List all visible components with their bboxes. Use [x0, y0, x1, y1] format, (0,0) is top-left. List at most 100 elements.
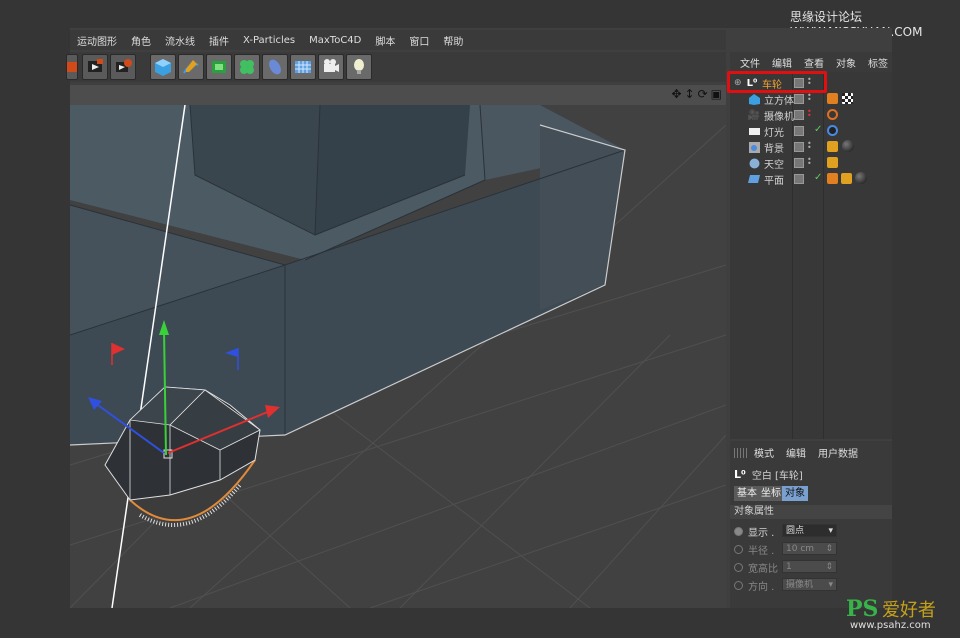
- array-icon[interactable]: [234, 54, 260, 80]
- material-sphere-icon[interactable]: [855, 172, 867, 184]
- visibility-toggle[interactable]: [794, 174, 804, 184]
- keyframe-radio[interactable]: [734, 526, 743, 536]
- am-menu-edit[interactable]: 编辑: [780, 445, 812, 460]
- cube-icon[interactable]: [150, 54, 176, 80]
- menu-character[interactable]: 角色: [124, 33, 158, 48]
- keyframe-radio[interactable]: [734, 544, 743, 554]
- keyframe-radio[interactable]: [734, 562, 743, 572]
- enabled-check-icon[interactable]: ✓: [814, 124, 822, 135]
- radius-label: 半径 .: [748, 545, 775, 557]
- aspect-row: 宽高比 1 ⇕: [734, 559, 890, 575]
- om-menu-tags[interactable]: 标签: [862, 55, 894, 70]
- aspect-label: 宽高比: [748, 563, 778, 575]
- render-dots[interactable]: • •: [807, 156, 812, 168]
- object-row-background[interactable]: 背景 • •: [730, 139, 892, 155]
- chevron-down-icon: ▾: [828, 526, 833, 536]
- object-row-camera[interactable]: 🎥 摄像机 • •: [730, 107, 892, 123]
- target-tag-icon[interactable]: [827, 109, 838, 120]
- camera-icon: 🎥: [747, 109, 761, 121]
- menu-bar: 运动图形 角色 流水线 插件 X-Particles MaxToC4D 脚本 窗…: [70, 30, 726, 50]
- stepper-icon: ⇕: [825, 562, 833, 572]
- menu-help[interactable]: 帮助: [436, 33, 470, 48]
- display-label: 显示 .: [748, 527, 775, 539]
- enabled-check-icon[interactable]: ✓: [814, 172, 822, 183]
- tab-object[interactable]: 对象: [782, 486, 808, 501]
- om-menu-objects[interactable]: 对象: [830, 55, 862, 70]
- material-sphere-icon[interactable]: [842, 140, 854, 152]
- menu-mograph[interactable]: 运动图形: [70, 33, 124, 48]
- background-icon: [748, 141, 760, 153]
- menu-xparticles[interactable]: X-Particles: [236, 35, 302, 46]
- render-view-icon[interactable]: [82, 54, 108, 80]
- visibility-toggle[interactable]: [794, 158, 804, 168]
- checker-material-icon[interactable]: [842, 93, 853, 104]
- attribute-manager: 模式 编辑 用户数据 L⁰ 空白 [车轮] 基本 坐标 对象 对象属性 显示 .…: [730, 441, 892, 608]
- keyframe-radio[interactable]: [734, 580, 743, 590]
- subdivision-icon[interactable]: [206, 54, 232, 80]
- radius-field[interactable]: 10 cm ⇕: [782, 542, 837, 555]
- menu-window[interactable]: 窗口: [402, 33, 436, 48]
- render-settings-icon[interactable]: [110, 54, 136, 80]
- 3d-viewport[interactable]: [70, 105, 726, 608]
- move-view-icon[interactable]: ✥: [671, 87, 681, 101]
- tab-coord[interactable]: 坐标: [758, 486, 784, 501]
- orientation-row: 方向 . 摄像机 ▾: [734, 577, 890, 593]
- visibility-toggle[interactable]: [794, 126, 804, 136]
- menu-maxtoc4d[interactable]: MaxToC4D: [302, 35, 368, 46]
- attribute-title: L⁰ 空白 [车轮]: [734, 467, 803, 482]
- display-select[interactable]: 圆点 ▾: [782, 524, 837, 537]
- render-dots[interactable]: • •: [807, 92, 812, 104]
- 3d-scene: [70, 105, 726, 608]
- menu-script[interactable]: 脚本: [368, 33, 402, 48]
- stepper-icon: ⇕: [825, 544, 833, 554]
- plane-icon: [748, 173, 760, 185]
- render-dots[interactable]: • •: [807, 140, 812, 152]
- selection-highlight-box: [727, 71, 827, 93]
- radius-row: 半径 . 10 cm ⇕: [734, 541, 890, 557]
- null-icon: L⁰: [734, 468, 746, 481]
- object-manager: 文件 编辑 查看 对象 标签 ⊕ L⁰ 车轮 • • 立方体 • • 🎥 摄像机 •…: [730, 52, 892, 439]
- phong-tag-icon[interactable]: [827, 173, 838, 184]
- watermark-url: www.psahz.com: [850, 620, 931, 631]
- rotate-view-icon[interactable]: ⟳: [698, 87, 708, 101]
- viewport-header: ✥ ↕ ⟳ ▣: [70, 85, 726, 105]
- cube-icon: [748, 93, 760, 105]
- tab-basic[interactable]: 基本: [734, 486, 760, 501]
- display-row: 显示 . 圆点 ▾: [734, 523, 890, 539]
- object-row-sky[interactable]: 天空 • •: [730, 155, 892, 171]
- menu-plugins[interactable]: 插件: [202, 33, 236, 48]
- visibility-toggle[interactable]: [794, 142, 804, 152]
- om-menu-edit[interactable]: 编辑: [766, 55, 798, 70]
- light-icon: [748, 125, 760, 137]
- am-menu-mode[interactable]: 模式: [748, 445, 780, 460]
- chevron-down-icon: ▾: [828, 580, 833, 590]
- om-menu-file[interactable]: 文件: [734, 55, 766, 70]
- object-title: 空白 [车轮]: [751, 471, 803, 482]
- object-row-light[interactable]: 灯光 ✓: [730, 123, 892, 139]
- camera-icon[interactable]: [318, 54, 344, 80]
- texture-tag-icon[interactable]: [841, 173, 852, 184]
- texture-tag-icon[interactable]: [827, 157, 838, 168]
- render-region-icon[interactable]: [66, 54, 78, 80]
- aspect-field[interactable]: 1 ⇕: [782, 560, 837, 573]
- orientation-select[interactable]: 摄像机 ▾: [782, 578, 837, 591]
- om-menu-view[interactable]: 查看: [798, 55, 830, 70]
- floor-icon[interactable]: [290, 54, 316, 80]
- am-menu-userdata[interactable]: 用户数据: [812, 445, 864, 460]
- light-target-icon[interactable]: [827, 125, 838, 136]
- texture-tag-icon[interactable]: [827, 141, 838, 152]
- deformer-icon[interactable]: [262, 54, 288, 80]
- object-row-plane[interactable]: 平面 ✓: [730, 171, 892, 187]
- zoom-view-icon[interactable]: ↕: [685, 87, 695, 101]
- visibility-toggle[interactable]: [794, 94, 804, 104]
- maximize-view-icon[interactable]: ▣: [711, 87, 722, 101]
- object-row-cube[interactable]: 立方体 • •: [730, 91, 892, 107]
- visibility-toggle[interactable]: [794, 110, 804, 120]
- pen-icon[interactable]: [178, 54, 204, 80]
- light-icon[interactable]: [346, 54, 372, 80]
- object-manager-menu: 文件 编辑 查看 对象 标签: [730, 52, 892, 72]
- menu-pipeline[interactable]: 流水线: [158, 33, 202, 48]
- phong-tag-icon[interactable]: [827, 93, 838, 104]
- panel-grip-icon[interactable]: [734, 447, 748, 458]
- render-dots[interactable]: • •: [807, 108, 812, 120]
